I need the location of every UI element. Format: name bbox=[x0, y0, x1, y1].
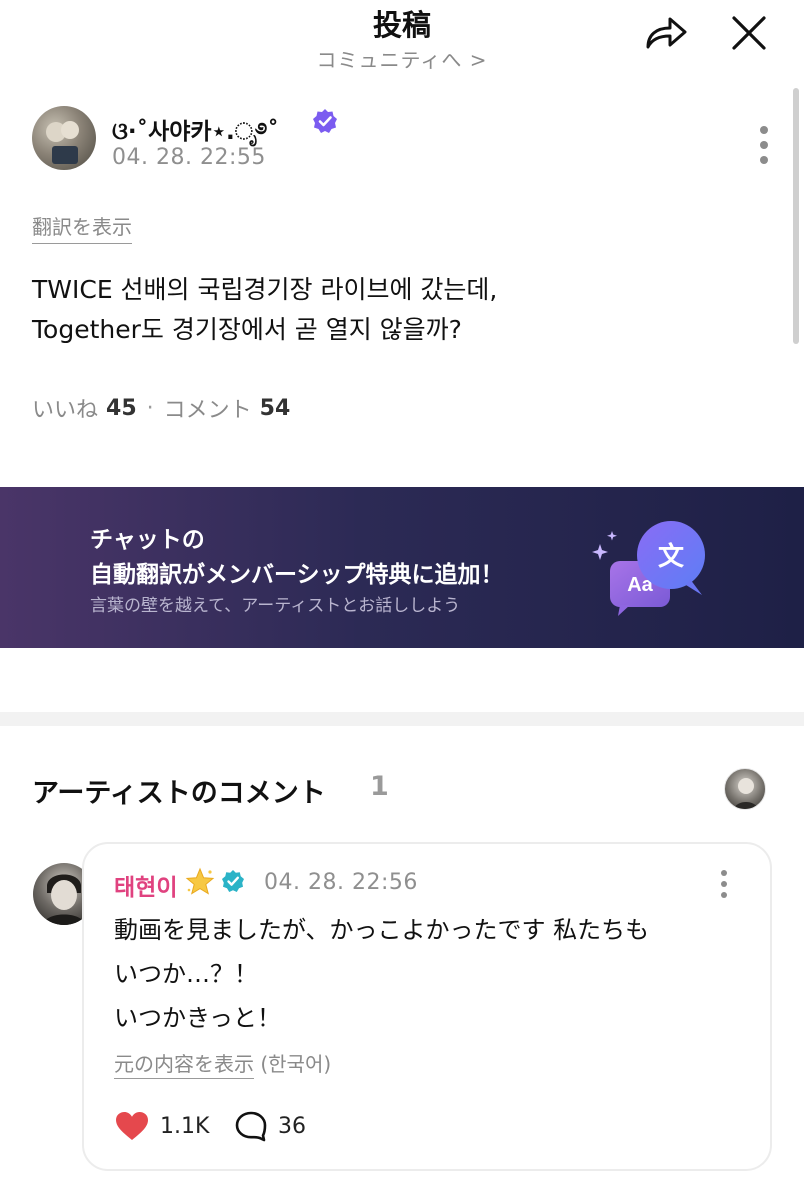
avatar-photo bbox=[46, 121, 79, 164]
more-dot bbox=[760, 141, 768, 149]
post-body: TWICE 선배의 국립경기장 라이브에 갔는데, Together도 경기장에… bbox=[32, 275, 498, 344]
star-icon bbox=[185, 867, 215, 895]
show-original[interactable]: 元の内容を表示 (한국어) bbox=[114, 1048, 332, 1079]
banner-headline-2: 自動翻訳がメンバーシップ特典に追加！ bbox=[90, 562, 504, 588]
more-vertical-icon bbox=[760, 126, 768, 134]
artist-filter-avatar[interactable] bbox=[724, 768, 766, 810]
post-stats: いいね 45 · コメント 54 bbox=[32, 392, 290, 424]
close-button[interactable] bbox=[724, 10, 774, 56]
reply-bubble-icon bbox=[235, 1111, 267, 1142]
reply-count: 36 bbox=[278, 1113, 306, 1139]
artist-comments-count: 1 bbox=[370, 771, 389, 802]
post-date: 04. 28. 22:55 bbox=[112, 145, 266, 170]
comment-date: 04. 28. 22:56 bbox=[264, 870, 418, 895]
comments-count[interactable]: 54 bbox=[260, 396, 291, 421]
like-count: 1.1K bbox=[160, 1113, 210, 1139]
more-dot bbox=[721, 881, 727, 887]
scrollbar[interactable] bbox=[793, 88, 799, 344]
promo-banner[interactable]: チャットの 自動翻訳がメンバーシップ特典に追加！ 言葉の壁を越えて、アーティスト… bbox=[0, 487, 804, 648]
verified-badge-icon bbox=[222, 870, 244, 892]
share-icon bbox=[646, 17, 687, 49]
verified-badge-icon bbox=[313, 109, 337, 133]
likes-count: 45 bbox=[106, 395, 137, 421]
author-avatar[interactable] bbox=[32, 106, 96, 170]
original-language: (한국어) bbox=[260, 1052, 332, 1076]
artist-comments-title: アーティストのコメント bbox=[32, 778, 326, 809]
banner-caption: 言葉の壁を越えて、アーティストとお話ししよう bbox=[90, 596, 461, 616]
comment-text: 動画を見ましたが、かっこよかったです 私たちも いつか…？！ いつかきっと！ bbox=[114, 916, 650, 1032]
post-more-button[interactable] bbox=[748, 122, 780, 168]
section-divider bbox=[0, 712, 804, 726]
reply-button[interactable]: 36 bbox=[234, 1110, 306, 1142]
more-dot bbox=[760, 156, 768, 164]
show-translation-link[interactable]: 翻訳を表示 bbox=[32, 211, 132, 244]
translate-icon: Aa 文 bbox=[592, 521, 705, 616]
like-button[interactable]: 1.1K bbox=[114, 1110, 209, 1142]
banner-icon-bun: 文 bbox=[658, 541, 685, 572]
avatar-photo bbox=[733, 778, 759, 809]
stats-separator: · bbox=[146, 395, 154, 421]
share-button[interactable] bbox=[640, 10, 692, 56]
heart-icon bbox=[116, 1112, 148, 1140]
comment-more-button[interactable] bbox=[712, 868, 736, 900]
artist-comment-card[interactable]: 태현이 04. 28. 22:56 動画を見ましたが、かっこよかったです 私たち… bbox=[82, 842, 772, 1171]
likes-label: いいね bbox=[32, 398, 99, 423]
artist-name[interactable]: 태현이 bbox=[114, 868, 177, 902]
show-original-link[interactable]: 元の内容を表示 bbox=[114, 1052, 254, 1079]
close-icon bbox=[732, 16, 766, 50]
more-dot bbox=[721, 892, 727, 898]
more-vertical-icon bbox=[721, 870, 727, 876]
banner-headline-1: チャットの bbox=[90, 527, 205, 553]
comments-label[interactable]: コメント bbox=[164, 392, 252, 424]
top-bar: 投稿 コミュニティへ > bbox=[0, 0, 804, 90]
